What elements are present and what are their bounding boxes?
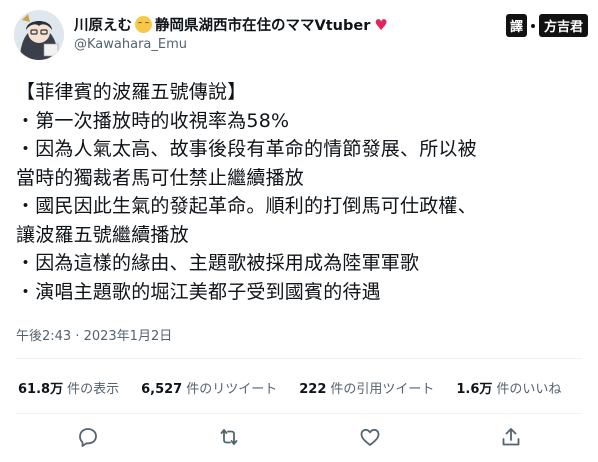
- stat-retweets[interactable]: 6,527 件のリツイート: [141, 378, 277, 397]
- stat-quotes-label: 件の引用ツイート: [330, 382, 435, 397]
- divider: [16, 413, 582, 414]
- heart-icon: ♥: [374, 15, 388, 34]
- translator-name: 方吉君: [538, 14, 588, 37]
- tweet-line: ・因為人氣太高、故事後段有革命的情節發展、所以被: [16, 138, 477, 160]
- badge-dot: [530, 23, 535, 28]
- display-name-part1: 川原えむ: [74, 18, 132, 34]
- stat-views-label: 件の表示: [67, 382, 120, 397]
- translator-prefix: 譯: [505, 14, 527, 37]
- share-button[interactable]: [499, 425, 523, 449]
- tweet-line: 當時的獨裁者馬可仕禁止繼續播放: [16, 166, 305, 189]
- tweet-line: 讓波羅五號繼續播放: [16, 223, 189, 246]
- avatar[interactable]: [14, 10, 64, 60]
- stat-quotes-count: 222: [299, 382, 327, 397]
- like-button[interactable]: [358, 425, 382, 449]
- tweet-card: 川原えむ 静岡県湖西市在住のママVtuber ♥ @Kawahara_Emu 譯…: [0, 0, 598, 462]
- tweet-line: ・第一次播放時的收視率為58%: [16, 109, 290, 132]
- stat-likes-count: 1.6万: [456, 382, 493, 397]
- stat-retweets-count: 6,527: [141, 382, 183, 397]
- stat-likes-label: 件のいいね: [496, 382, 562, 397]
- user-handle[interactable]: @Kawahara_Emu: [74, 37, 187, 52]
- relieved-face-icon: [135, 16, 152, 33]
- tweet-line: ・演唱主題歌的堀江美都子受到國賓的待遇: [16, 280, 381, 303]
- reply-button[interactable]: [76, 425, 100, 449]
- tweet-line: ・國民因此生氣的發起革命。順利的打倒馬可仕政權、: [16, 195, 477, 217]
- tweet-stats: 61.8万 件の表示 6,527 件のリツイート 222 件の引用ツイート 1.6万件…: [18, 378, 561, 397]
- stat-retweets-label: 件のリツイート: [186, 382, 278, 397]
- divider: [16, 358, 582, 359]
- like-icon: [360, 428, 380, 446]
- stat-quotes[interactable]: 222 件の引用ツイート: [299, 378, 434, 397]
- retweet-icon: [220, 429, 238, 445]
- tweet-line: 【菲律賓的波羅五號傳說】: [16, 81, 247, 103]
- display-name[interactable]: 川原えむ 静岡県湖西市在住のママVtuber ♥: [74, 14, 388, 35]
- tweet-text: 【菲律賓的波羅五號傳說】 ・第一次播放時的收視率為58% ・因為人氣太高、故事後…: [16, 78, 586, 306]
- retweet-button[interactable]: [217, 425, 241, 449]
- stat-likes[interactable]: 1.6万 件のいいね: [456, 378, 561, 397]
- action-bar: [0, 423, 598, 453]
- reply-icon: [79, 428, 97, 447]
- stat-views-count: 61.8万: [18, 382, 64, 397]
- tweet-timestamp[interactable]: 午後2:43 · 2023年1月2日: [16, 325, 172, 344]
- stat-views[interactable]: 61.8万 件の表示: [18, 378, 119, 397]
- tweet-line: ・因為這樣的緣由、主題歌被採用成為陸軍軍歌: [16, 252, 420, 274]
- display-name-part2: 静岡県湖西市在住のママVtuber: [155, 18, 371, 34]
- translator-badge: 譯 方吉君: [505, 14, 588, 37]
- share-icon: [502, 428, 520, 446]
